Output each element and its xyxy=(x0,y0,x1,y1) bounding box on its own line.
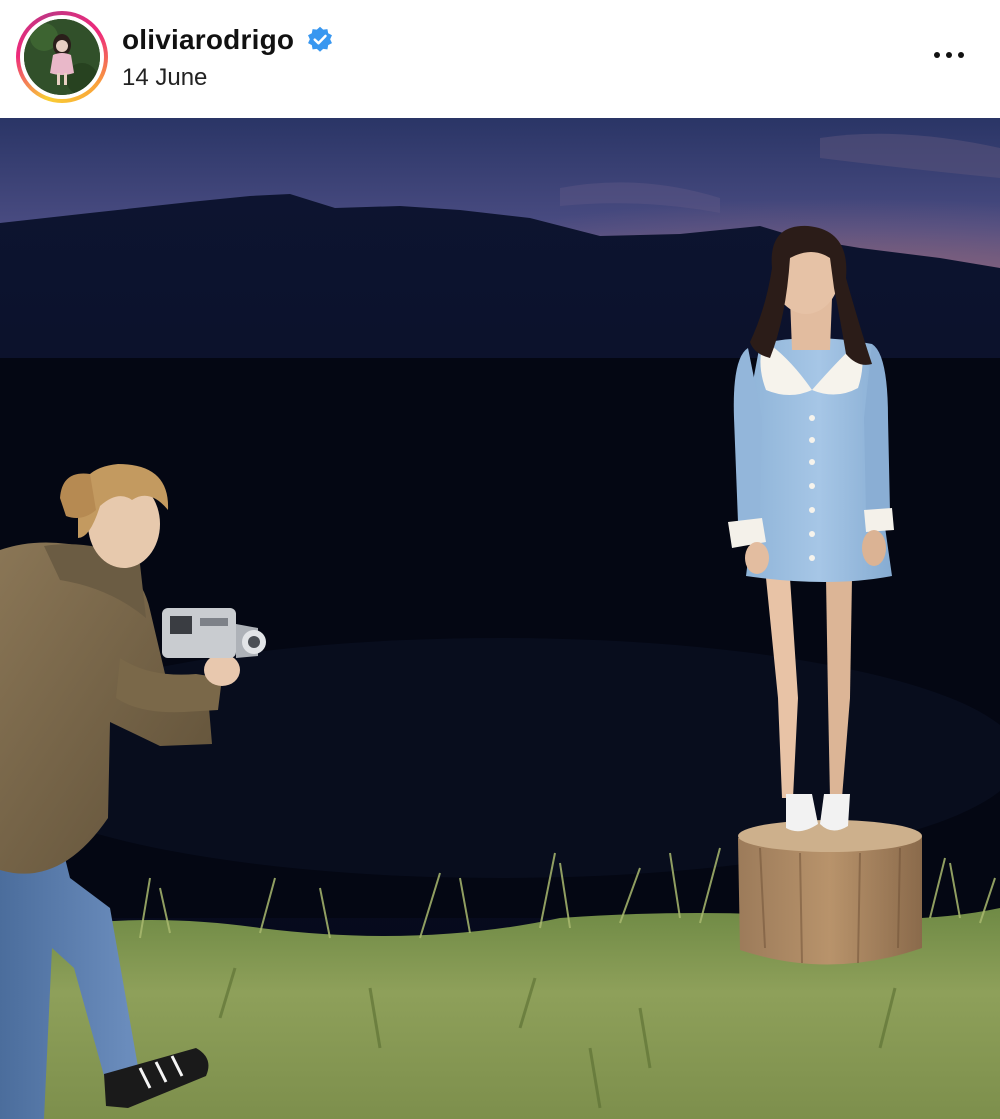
avatar[interactable] xyxy=(24,19,100,95)
more-options-icon-dot xyxy=(958,52,964,58)
username-row: oliviarodrigo xyxy=(122,22,334,58)
post-header: oliviarodrigo 14 June xyxy=(0,0,1000,118)
verified-badge-icon xyxy=(308,26,333,52)
story-ring[interactable] xyxy=(16,11,108,103)
more-options-icon xyxy=(934,52,940,58)
more-options-button[interactable] xyxy=(925,38,973,72)
username[interactable]: oliviarodrigo xyxy=(122,24,294,56)
post-photo-image xyxy=(0,118,1000,1119)
post-photo[interactable] xyxy=(0,118,1000,1119)
more-options-icon-dot xyxy=(946,52,952,58)
avatar-image xyxy=(24,19,100,95)
post-date: 14 June xyxy=(122,64,208,91)
